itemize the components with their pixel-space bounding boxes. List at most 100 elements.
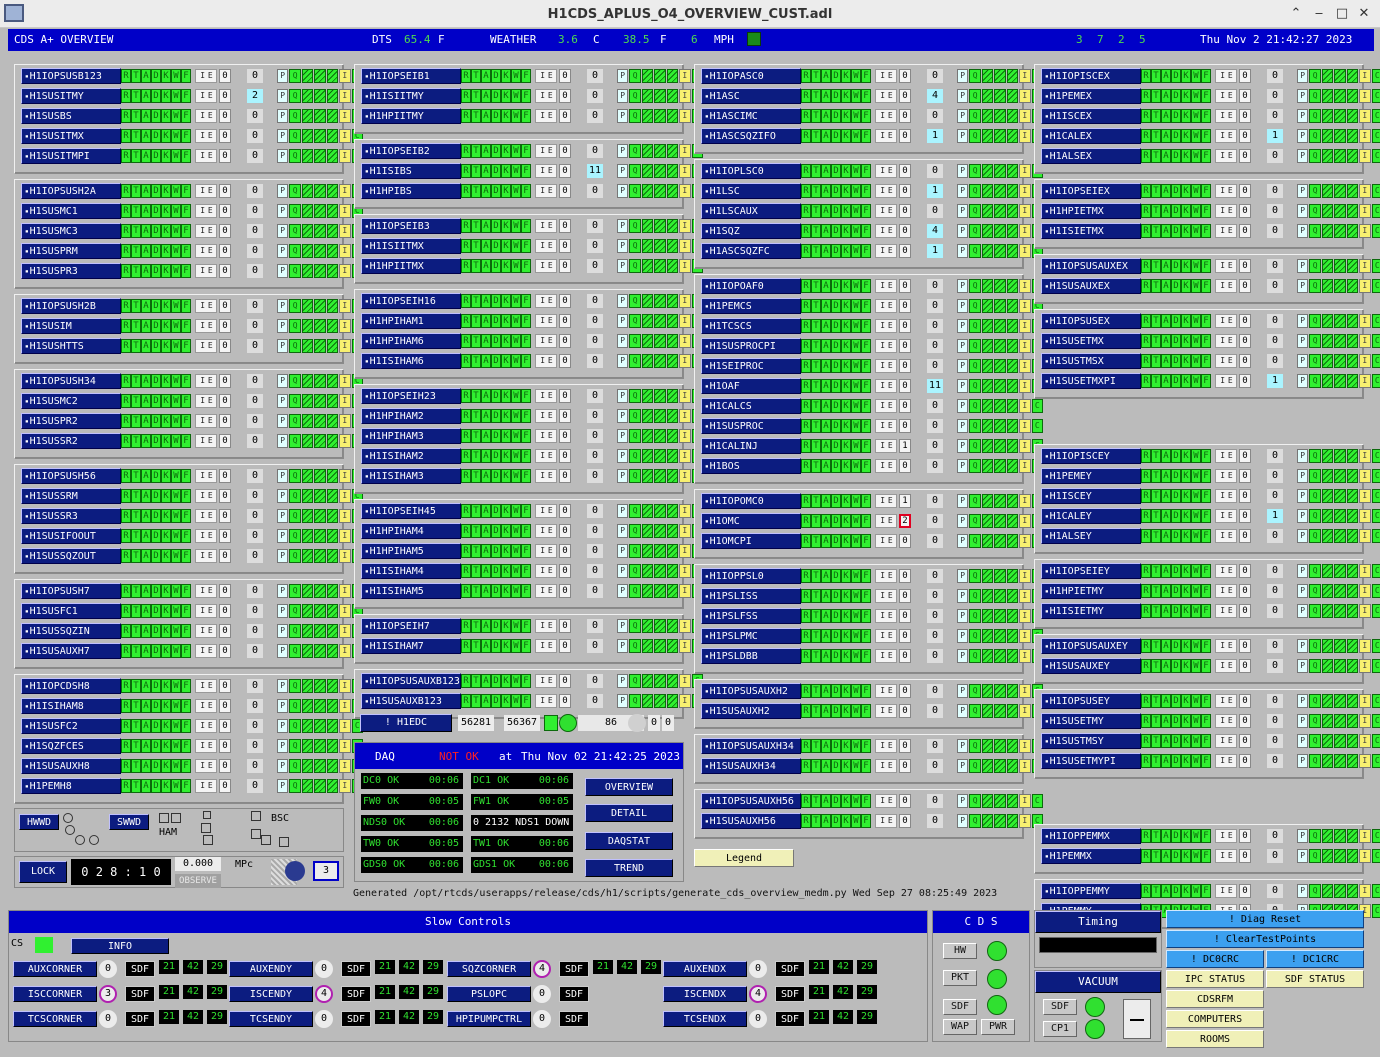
model-button[interactable]: H1CALINJ [701, 438, 801, 454]
model-button[interactable]: H1HPIETMY [1041, 583, 1141, 599]
sdf-button[interactable]: SDF [125, 961, 155, 977]
model-button[interactable]: H1HPIHAM1 [361, 313, 461, 329]
model-button[interactable]: H1SUSMC1 [21, 203, 121, 219]
model-button[interactable]: H1IOPSUSAUXEY [1041, 638, 1141, 654]
pkt-button[interactable]: PKT [943, 970, 977, 986]
model-button[interactable]: H1IOPLSC0 [701, 163, 801, 179]
slow-control-button[interactable]: AUXENDY [229, 961, 313, 977]
model-button[interactable]: H1HPIHAM5 [361, 543, 461, 559]
model-button[interactable]: H1SUSAUXH2 [701, 703, 801, 719]
model-button[interactable]: H1HPIHAM3 [361, 428, 461, 444]
model-button[interactable]: H1ALSEY [1041, 528, 1141, 544]
cdsrfm-button[interactable]: CDSRFM [1166, 990, 1264, 1008]
lock-button[interactable]: LOCK [19, 861, 67, 883]
model-button[interactable]: H1SUSPRM [21, 243, 121, 259]
vacuum-sdf-button[interactable]: SDF [1043, 999, 1077, 1015]
model-button[interactable]: H1CALCS [701, 398, 801, 414]
model-button[interactable]: H1IOPSEIB3 [361, 218, 461, 234]
model-button[interactable]: H1IOPSEIH45 [361, 503, 461, 519]
model-button[interactable]: H1SUSETMXPI [1041, 373, 1141, 389]
model-button[interactable]: H1PSLPMC [701, 628, 801, 644]
hwwd-button[interactable]: HWWD [19, 814, 59, 830]
edc-button[interactable]: ! H1EDC [360, 714, 452, 732]
model-button[interactable]: H1PSLFSS [701, 608, 801, 624]
model-button[interactable]: H1SUSMC2 [21, 393, 121, 409]
model-button[interactable]: H1IOPSEIEX [1041, 183, 1141, 199]
model-button[interactable]: H1IOPISCEY [1041, 448, 1141, 464]
timing-button[interactable]: Timing [1035, 911, 1161, 933]
model-button[interactable]: H1SUSITMX [21, 128, 121, 144]
model-button[interactable]: H1SUSPR2 [21, 413, 121, 429]
model-button[interactable]: H1SUSPROC [701, 418, 801, 434]
ipc-status-button[interactable]: IPC STATUS [1166, 970, 1264, 988]
model-button[interactable]: H1ISIHAM8 [21, 698, 121, 714]
model-button[interactable]: H1HPIBS [361, 183, 461, 199]
model-button[interactable]: H1CALEY [1041, 508, 1141, 524]
model-button[interactable]: H1PEMH8 [21, 778, 121, 794]
model-button[interactable]: H1SUSMC3 [21, 223, 121, 239]
minimize-button[interactable]: ‒ [1310, 5, 1328, 23]
slow-control-button[interactable]: SQZCORNER [447, 961, 531, 977]
slow-control-button[interactable]: AUXCORNER [13, 961, 97, 977]
model-button[interactable]: H1SUSIFOOUT [21, 528, 121, 544]
model-button[interactable]: H1SUSTMSX [1041, 353, 1141, 369]
model-button[interactable]: H1SUSITMY [21, 88, 121, 104]
model-button[interactable]: H1IOPSEIB1 [361, 68, 461, 84]
model-button[interactable]: H1BOS [701, 458, 801, 474]
rooms-button[interactable]: ROOMS [1166, 1030, 1264, 1048]
model-button[interactable]: H1SUSAUXEX [1041, 278, 1141, 294]
model-button[interactable]: H1SUSAUXH8 [21, 758, 121, 774]
model-button[interactable]: H1IOPSEIB2 [361, 143, 461, 159]
model-button[interactable]: H1ISIBS [361, 163, 461, 179]
model-button[interactable]: H1ASCIMC [701, 108, 801, 124]
model-button[interactable]: H1IOPASC0 [701, 68, 801, 84]
close-button[interactable]: ✕ [1355, 5, 1373, 23]
trend-button[interactable]: TREND [585, 859, 673, 877]
model-button[interactable]: H1HPIHAM2 [361, 408, 461, 424]
swwd-button[interactable]: SWWD [109, 814, 149, 830]
model-button[interactable]: H1IOPSEIH23 [361, 388, 461, 404]
model-button[interactable]: H1SUSITMPI [21, 148, 121, 164]
detail-button[interactable]: DETAIL [585, 804, 673, 822]
model-button[interactable]: H1ISIHAM5 [361, 583, 461, 599]
model-button[interactable]: H1SUSBS [21, 108, 121, 124]
model-button[interactable]: H1PEMCS [701, 298, 801, 314]
model-button[interactable]: H1IOPSUSEY [1041, 693, 1141, 709]
model-button[interactable]: H1OAF [701, 378, 801, 394]
model-button[interactable]: H1ASCSQZFC [701, 243, 801, 259]
model-button[interactable]: H1IOPOAF0 [701, 278, 801, 294]
info-button[interactable]: INFO [71, 938, 169, 954]
model-button[interactable]: H1ISIHAM2 [361, 448, 461, 464]
model-button[interactable]: H1SUSETMY [1041, 713, 1141, 729]
slow-control-button[interactable]: TCSENDX [663, 1011, 747, 1027]
slow-control-button[interactable]: ISCCORNER [13, 986, 97, 1002]
clear-test-points-button[interactable]: ! ClearTestPoints [1166, 930, 1364, 948]
model-button[interactable]: H1SUSAUXB123 [361, 693, 461, 709]
sdf-button[interactable]: SDF [775, 961, 805, 977]
sdf-status-button[interactable]: SDF STATUS [1266, 970, 1364, 988]
model-button[interactable]: H1SUSFC1 [21, 603, 121, 619]
slow-control-button[interactable]: HPIPUMPCTRL [447, 1011, 531, 1027]
model-button[interactable]: H1OMCPI [701, 533, 801, 549]
model-button[interactable]: H1IOPSUSH56 [21, 468, 121, 484]
model-button[interactable]: H1ASC [701, 88, 801, 104]
model-button[interactable]: H1ISIITMX [361, 238, 461, 254]
model-button[interactable]: H1IOPISCEX [1041, 68, 1141, 84]
model-button[interactable]: H1ALSEX [1041, 148, 1141, 164]
model-button[interactable]: H1HPIITMY [361, 108, 461, 124]
model-button[interactable]: H1ISIETMX [1041, 223, 1141, 239]
sdf-button[interactable]: SDF [125, 986, 155, 1002]
model-button[interactable]: H1SUSAUXH34 [701, 758, 801, 774]
model-button[interactable]: H1CALEX [1041, 128, 1141, 144]
model-button[interactable]: H1IOPSEIH7 [361, 618, 461, 634]
model-button[interactable]: H1IOPOMC0 [701, 493, 801, 509]
model-button[interactable]: H1HPIITMX [361, 258, 461, 274]
hw-button[interactable]: HW [943, 943, 977, 959]
model-button[interactable]: H1SUSETMYPI [1041, 753, 1141, 769]
model-button[interactable]: H1OMC [701, 513, 801, 529]
model-button[interactable]: H1IOPSUSAUXH2 [701, 683, 801, 699]
slow-control-button[interactable]: AUXENDX [663, 961, 747, 977]
vacuum-button[interactable]: VACUUM [1035, 971, 1161, 993]
computers-button[interactable]: COMPUTERS [1166, 1010, 1264, 1028]
slow-control-button[interactable]: ISCENDX [663, 986, 747, 1002]
